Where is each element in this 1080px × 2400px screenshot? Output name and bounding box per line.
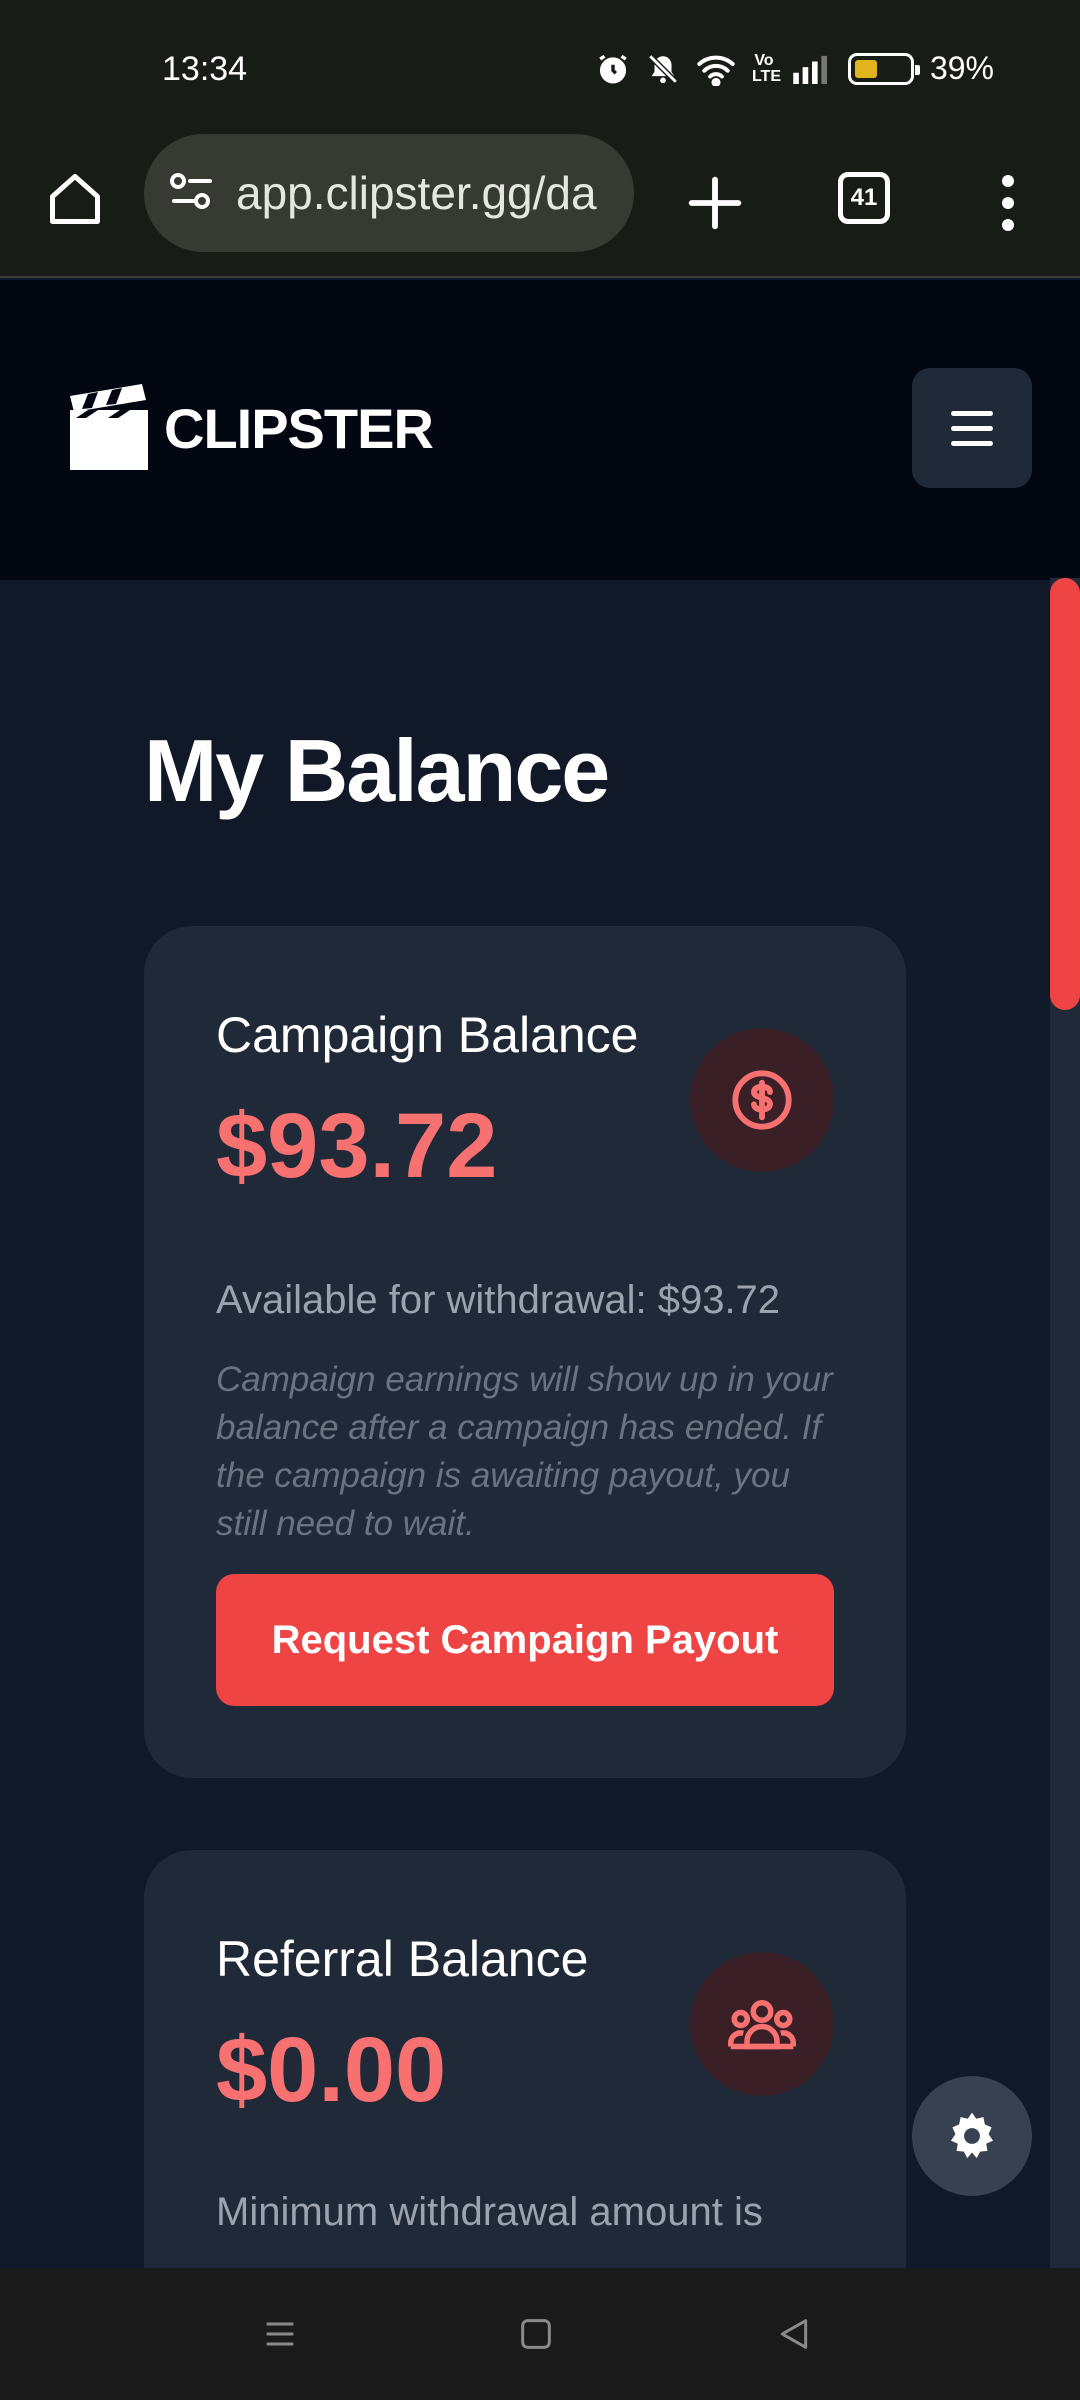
signal-icon [792, 54, 832, 84]
home-button[interactable] [40, 164, 110, 234]
campaign-balance-card: Campaign Balance $93.72 Available for wi… [144, 926, 906, 1778]
volte-icon: Vo LTE [751, 51, 781, 85]
url-text: app.clipster.gg/da [236, 167, 597, 219]
campaign-note: Campaign earnings will show up in your b… [216, 1360, 833, 1543]
main-content: My Balance Campaign Balance $93.72 Avail… [0, 580, 1080, 2268]
gear-icon [951, 2112, 993, 2159]
menu-lines-icon [266, 2322, 294, 2346]
system-navigation-bar [0, 2268, 1080, 2400]
available-withdrawal: Available for withdrawal: $93.72 [216, 1278, 781, 1322]
menu-button[interactable] [912, 368, 1032, 488]
square-icon [521, 2319, 551, 2349]
status-icons: Vo LTE 39% [596, 50, 994, 87]
scrollbar-thumb[interactable] [1050, 578, 1080, 1010]
new-tab-button[interactable] [680, 168, 750, 238]
browser-menu-button[interactable] [980, 168, 1036, 238]
site-header: CLIPSTER [0, 280, 1080, 580]
battery-icon [847, 52, 920, 85]
dollar-icon [690, 1028, 834, 1172]
campaign-balance-label: Campaign Balance [216, 1007, 639, 1063]
site-settings-icon[interactable] [168, 171, 216, 216]
campaign-balance-amount: $93.72 [216, 1095, 498, 1197]
brand-name: CLIPSTER [164, 396, 434, 460]
tab-switcher-button[interactable]: 41 [838, 172, 890, 224]
status-bar: 13:34 Vo LTE 39% [0, 0, 1080, 140]
browser-toolbar: app.clipster.gg/da 41 [0, 134, 1080, 278]
settings-button[interactable] [912, 2076, 1032, 2196]
clipster-logo[interactable]: CLIPSTER [68, 384, 434, 472]
back-button[interactable] [764, 2304, 824, 2364]
referral-balance-amount: $0.00 [216, 2019, 447, 2121]
clapperboard-icon [70, 384, 148, 470]
alarm-icon [596, 52, 630, 86]
plus-icon [688, 176, 742, 230]
referral-balance-label: Referral Balance [216, 1931, 589, 1987]
bell-muted-icon [646, 52, 680, 86]
recents-button[interactable] [250, 2304, 310, 2364]
users-icon [690, 1952, 834, 2096]
battery-percent: 39% [929, 50, 994, 86]
wifi-icon [696, 52, 736, 86]
request-campaign-payout-button[interactable]: Request Campaign Payout [216, 1574, 834, 1706]
address-bar[interactable]: app.clipster.gg/da [144, 134, 634, 252]
referral-balance-card: Referral Balance $0.00 Minimum withdrawa… [144, 1850, 906, 2268]
back-triangle-icon [780, 2319, 808, 2349]
home-icon [50, 174, 100, 224]
status-time: 13:34 [162, 50, 248, 88]
page-title: My Balance [144, 721, 610, 820]
minimum-withdrawal-text: Minimum withdrawal amount is [216, 2190, 763, 2234]
home-nav-button[interactable] [506, 2304, 566, 2364]
